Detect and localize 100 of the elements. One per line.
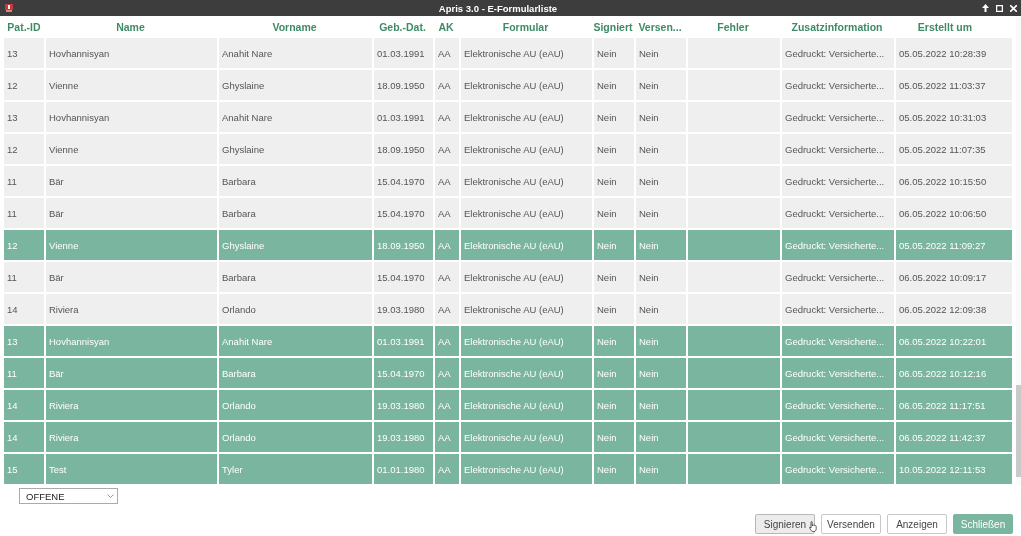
- column-header[interactable]: Vorname: [217, 20, 372, 33]
- status-dropdown[interactable]: OFFENE: [19, 488, 118, 504]
- action-button[interactable]: Signieren: [755, 514, 815, 534]
- table-cell: 05.05.2022 11:09:27: [894, 230, 996, 260]
- pin-icon[interactable]: [982, 4, 989, 12]
- window-title: Apris 3.0 - E-Formularliste: [437, 2, 559, 14]
- selected-table-row[interactable]: 13 Hovhannisyan Anahit Nare 01.03.1991 AA Elektronische AU (eAU) Nein Nein Gedruckt: Versicherte... 06.05.2022 10:22:01: [4, 326, 1012, 356]
- table-cell: Elektronische AU (eAU): [459, 230, 592, 260]
- table-cell: Nein: [634, 326, 686, 356]
- table-cell: Nein: [592, 38, 634, 68]
- table-cell: Elektronische AU (eAU): [459, 38, 592, 68]
- table-cell: Vienne: [44, 70, 217, 100]
- selected-table-row[interactable]: 11 Bär Barbara 15.04.1970 AA Elektronische AU (eAU) Nein Nein Gedruckt: Versicherte... 06.05.2022 10:12:16: [4, 358, 1012, 388]
- table-cell: Nein: [634, 230, 686, 260]
- column-header[interactable]: Pat.-ID: [4, 20, 44, 33]
- action-button[interactable]: Anzeigen: [887, 514, 947, 534]
- table-cell: AA: [433, 102, 459, 132]
- table-cell: Gedruckt: Versicherte...: [780, 390, 894, 420]
- table-cell: 18.09.1950: [372, 230, 433, 260]
- column-header[interactable]: Geb.-Dat.: [372, 20, 433, 33]
- table-row[interactable]: 12 Vienne Ghyslaine 18.09.1950 AA Elektronische AU (eAU) Nein Nein Gedruckt: Versicherte... 05.05.2022 11:03:37: [4, 70, 1012, 100]
- table-cell: Nein: [592, 70, 634, 100]
- column-header[interactable]: AK: [433, 20, 459, 33]
- table-cell: Elektronische AU (eAU): [459, 390, 592, 420]
- table-cell: AA: [433, 70, 459, 100]
- maximize-icon[interactable]: [996, 4, 1003, 12]
- table-cell: Gedruckt: Versicherte...: [780, 134, 894, 164]
- action-button[interactable]: Versenden: [821, 514, 881, 534]
- table-cell-text: 12: [6, 238, 19, 253]
- table-cell: Barbara: [217, 166, 372, 196]
- table-cell: 10.05.2022 12:11:53: [894, 454, 996, 484]
- table-cell: AA: [433, 166, 459, 196]
- table-cell: 06.05.2022 11:42:37: [894, 422, 996, 452]
- app-logo-icon: [4, 3, 14, 13]
- table-cell: AA: [433, 422, 459, 452]
- column-header[interactable]: Versen...: [634, 20, 686, 33]
- table-cell: 01.03.1991: [372, 102, 433, 132]
- table-row[interactable]: 11 Bär Barbara 15.04.1970 AA Elektronische AU (eAU) Nein Nein Gedruckt: Versicherte... 06.05.2022 10:06:50: [4, 198, 1012, 228]
- table-cell-text: 11: [6, 174, 18, 189]
- table-row[interactable]: 11 Bär Barbara 15.04.1970 AA Elektronische AU (eAU) Nein Nein Gedruckt: Versicherte... 06.05.2022 10:09:17: [4, 262, 1012, 292]
- table-cell: AA: [433, 134, 459, 164]
- column-header[interactable]: Zusatzinformation: [780, 20, 894, 33]
- table-cell-text: 13: [6, 334, 19, 349]
- table-cell: Gedruckt: Versicherte...: [780, 358, 894, 388]
- table-cell: Elektronische AU (eAU): [459, 326, 592, 356]
- close-icon[interactable]: [1010, 4, 1017, 12]
- table-cell: AA: [433, 326, 459, 356]
- column-header[interactable]: Formular: [459, 20, 592, 33]
- table-cell: 06.05.2022 10:09:17: [894, 262, 996, 292]
- table-cell-text: 11: [6, 366, 18, 381]
- table-cell: Elektronische AU (eAU): [459, 134, 592, 164]
- table-cell: Riviera: [44, 294, 217, 324]
- table-cell: 06.05.2022 11:17:51: [894, 390, 996, 420]
- table-cell: Nein: [592, 454, 634, 484]
- table-cell: Elektronische AU (eAU): [459, 358, 592, 388]
- table-cell: Gedruckt: Versicherte...: [780, 38, 894, 68]
- table-cell: Anahit Nare: [217, 38, 372, 68]
- table-cell-text: 14: [6, 302, 19, 317]
- column-header[interactable]: Signiert: [592, 20, 634, 33]
- table-cell: 15.04.1970: [372, 166, 433, 196]
- table-cell: Elektronische AU (eAU): [459, 262, 592, 292]
- table-cell: Barbara: [217, 358, 372, 388]
- table-cell: 05.05.2022 10:28:39: [894, 38, 996, 68]
- table-cell: 15.04.1970: [372, 358, 433, 388]
- column-header[interactable]: Erstellt um: [894, 20, 996, 33]
- table-cell: Nein: [634, 390, 686, 420]
- table-cell: Gedruckt: Versicherte...: [780, 326, 894, 356]
- table-row[interactable]: 13 Hovhannisyan Anahit Nare 01.03.1991 AA Elektronische AU (eAU) Nein Nein Gedruckt: Versicherte... 05.05.2022 10:28:39: [4, 38, 1012, 68]
- table-cell: Gedruckt: Versicherte...: [780, 198, 894, 228]
- table-cell: Elektronische AU (eAU): [459, 454, 592, 484]
- table-cell: Bär: [44, 198, 217, 228]
- table-cell: Gedruckt: Versicherte...: [780, 454, 894, 484]
- column-header[interactable]: Fehler: [686, 20, 780, 33]
- table-cell: Orlando: [217, 390, 372, 420]
- selected-table-row[interactable]: 15 Test Tyler 01.01.1980 AA Elektronische AU (eAU) Nein Nein Gedruckt: Versicherte... 10.05.2022 12:11:53: [4, 454, 1012, 484]
- table-cell: 15.04.1970: [372, 198, 433, 228]
- table-row[interactable]: 14 Riviera Orlando 19.03.1980 AA Elektronische AU (eAU) Nein Nein Gedruckt: Versicherte... 06.05.2022 12:09:38: [4, 294, 1012, 324]
- table-row[interactable]: 13 Hovhannisyan Anahit Nare 01.03.1991 AA Elektronische AU (eAU) Nein Nein Gedruckt: Versicherte... 05.05.2022 10:31:03: [4, 102, 1012, 132]
- scrollbar-thumb[interactable]: [1016, 385, 1021, 477]
- table-cell: 06.05.2022 10:12:16: [894, 358, 996, 388]
- table-cell: Elektronische AU (eAU): [459, 166, 592, 196]
- table-cell-text: 11: [6, 206, 18, 221]
- table-cell: Anahit Nare: [217, 102, 372, 132]
- table-cell-text: 13: [6, 46, 19, 61]
- table-cell: AA: [433, 38, 459, 68]
- column-header[interactable]: Name: [44, 20, 217, 33]
- table-cell: Nein: [592, 166, 634, 196]
- selected-table-row[interactable]: 14 Riviera Orlando 19.03.1980 AA Elektronische AU (eAU) Nein Nein Gedruckt: Versicherte... 06.05.2022 11:17:51: [4, 390, 1012, 420]
- table-cell: 01.01.1980: [372, 454, 433, 484]
- table-cell: Hovhannisyan: [44, 102, 217, 132]
- table-cell: Nein: [634, 262, 686, 292]
- table-cell: Nein: [634, 102, 686, 132]
- selected-table-row[interactable]: 12 Vienne Ghyslaine 18.09.1950 AA Elektronische AU (eAU) Nein Nein Gedruckt: Versicherte... 05.05.2022 11:09:27: [4, 230, 1012, 260]
- selected-table-row[interactable]: 14 Riviera Orlando 19.03.1980 AA Elektronische AU (eAU) Nein Nein Gedruckt: Versicherte... 06.05.2022 11:42:37: [4, 422, 1012, 452]
- table-row[interactable]: 12 Vienne Ghyslaine 18.09.1950 AA Elektronische AU (eAU) Nein Nein Gedruckt: Versicherte... 05.05.2022 11:07:35: [4, 134, 1012, 164]
- table-cell: Vienne: [44, 230, 217, 260]
- scrollbar[interactable]: [1016, 17, 1021, 485]
- table-row[interactable]: 11 Bär Barbara 15.04.1970 AA Elektronische AU (eAU) Nein Nein Gedruckt: Versicherte... 06.05.2022 10:15:50: [4, 166, 1012, 196]
- action-button[interactable]: Schließen: [953, 514, 1013, 534]
- table-cell: Test: [44, 454, 217, 484]
